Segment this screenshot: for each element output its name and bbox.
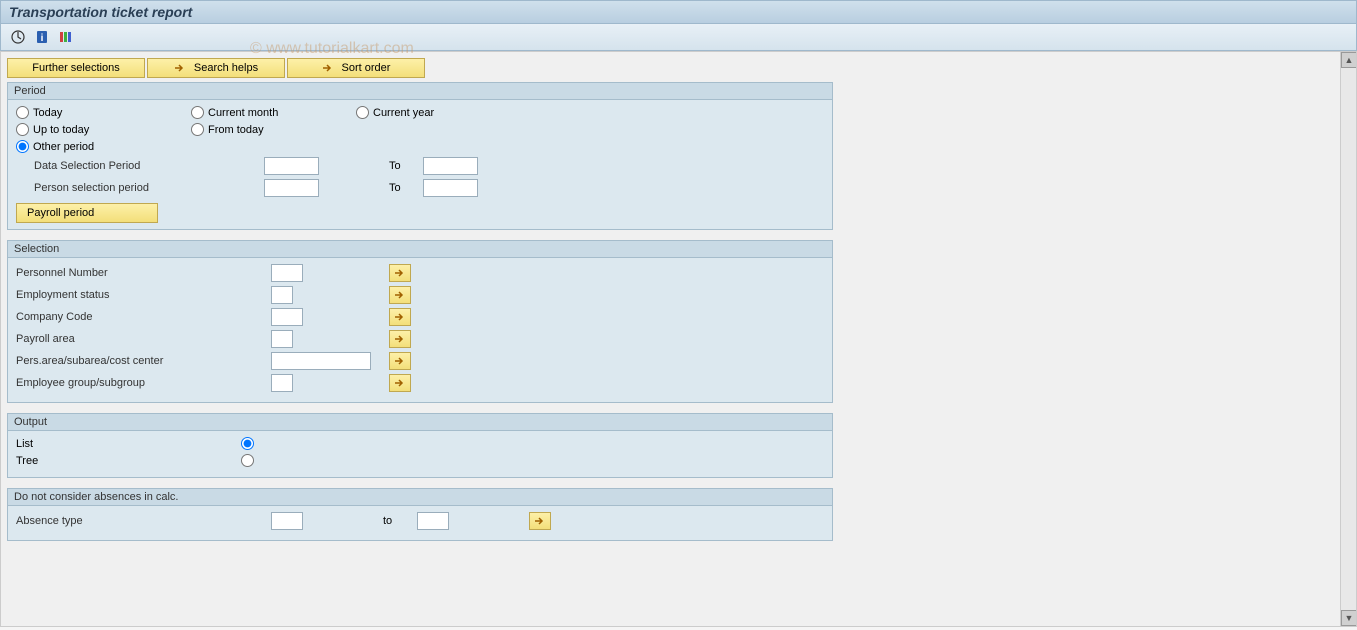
search-helps-button[interactable]: Search helps — [147, 58, 285, 78]
person-selection-period-label: Person selection period — [34, 182, 264, 194]
payroll-area-input[interactable] — [271, 330, 293, 348]
toolbar: i — [0, 24, 1357, 51]
sort-order-label: Sort order — [342, 62, 391, 74]
radio-other-period[interactable]: Other period — [16, 140, 191, 153]
scrollbar-vertical[interactable]: ▲ ▼ — [1340, 52, 1356, 626]
radio-current-year-input[interactable] — [356, 106, 369, 119]
personnel-number-multiple[interactable] — [389, 264, 411, 282]
data-selection-period-label: Data Selection Period — [34, 160, 264, 172]
arrow-right-icon — [322, 63, 336, 73]
pers-area-multiple[interactable] — [389, 352, 411, 370]
data-selection-period-from[interactable] — [264, 157, 319, 175]
pers-area-label: Pers.area/subarea/cost center — [16, 355, 271, 367]
selection-group-title: Selection — [8, 241, 832, 258]
variant-icon[interactable] — [57, 28, 75, 46]
output-list-radio[interactable] — [241, 437, 254, 450]
radio-today[interactable]: Today — [16, 106, 191, 119]
output-tree-label: Tree — [16, 455, 241, 467]
output-tree-radio[interactable] — [241, 454, 254, 467]
selection-group: Selection Personnel Number Employment st… — [7, 240, 833, 403]
radio-today-input[interactable] — [16, 106, 29, 119]
output-group: Output List Tree — [7, 413, 833, 478]
further-selections-label: Further selections — [32, 62, 119, 74]
employee-group-label: Employee group/subgroup — [16, 377, 271, 389]
scroll-up-icon[interactable]: ▲ — [1341, 52, 1357, 68]
to-label-1: To — [389, 160, 419, 172]
absence-type-to[interactable] — [417, 512, 449, 530]
employee-group-input[interactable] — [271, 374, 293, 392]
period-group: Period Today Current month Current year — [7, 82, 833, 230]
company-code-multiple[interactable] — [389, 308, 411, 326]
radio-current-month-label: Current month — [208, 107, 278, 119]
absence-type-from[interactable] — [271, 512, 303, 530]
radio-other-period-label: Other period — [33, 141, 94, 153]
radio-from-today-label: From today — [208, 124, 264, 136]
to-label-2: To — [389, 182, 419, 194]
employment-status-input[interactable] — [271, 286, 293, 304]
radio-from-today-input[interactable] — [191, 123, 204, 136]
payroll-area-multiple[interactable] — [389, 330, 411, 348]
output-group-title: Output — [8, 414, 832, 431]
employee-group-multiple[interactable] — [389, 374, 411, 392]
radio-from-today[interactable]: From today — [191, 123, 356, 136]
payroll-area-label: Payroll area — [16, 333, 271, 345]
company-code-input[interactable] — [271, 308, 303, 326]
radio-today-label: Today — [33, 107, 62, 119]
radio-up-to-today-input[interactable] — [16, 123, 29, 136]
window-title-bar: Transportation ticket report — [0, 0, 1357, 24]
svg-text:i: i — [41, 33, 44, 44]
radio-current-year-label: Current year — [373, 107, 434, 119]
radio-up-to-today-label: Up to today — [33, 124, 89, 136]
absence-type-label: Absence type — [16, 515, 271, 527]
info-icon[interactable]: i — [33, 28, 51, 46]
employment-status-label: Employment status — [16, 289, 271, 301]
radio-up-to-today[interactable]: Up to today — [16, 123, 191, 136]
absence-type-multiple[interactable] — [529, 512, 551, 530]
payroll-period-button[interactable]: Payroll period — [16, 203, 158, 223]
radio-other-period-input[interactable] — [16, 140, 29, 153]
data-selection-period-to[interactable] — [423, 157, 478, 175]
personnel-number-label: Personnel Number — [16, 267, 271, 279]
further-selections-button[interactable]: Further selections — [7, 58, 145, 78]
absences-group-title: Do not consider absences in calc. — [8, 489, 832, 506]
employment-status-multiple[interactable] — [389, 286, 411, 304]
person-selection-period-to[interactable] — [423, 179, 478, 197]
search-helps-label: Search helps — [194, 62, 258, 74]
absence-to-label: to — [383, 515, 413, 527]
content-area: Further selections Search helps Sort ord… — [0, 51, 1357, 627]
radio-current-month-input[interactable] — [191, 106, 204, 119]
radio-current-year[interactable]: Current year — [356, 106, 434, 119]
personnel-number-input[interactable] — [271, 264, 303, 282]
period-group-title: Period — [8, 83, 832, 100]
top-button-row: Further selections Search helps Sort ord… — [7, 58, 1350, 78]
arrow-right-icon — [174, 63, 188, 73]
payroll-period-label: Payroll period — [27, 207, 94, 219]
page-title: Transportation ticket report — [9, 4, 192, 20]
execute-icon[interactable] — [9, 28, 27, 46]
output-list-label: List — [16, 438, 241, 450]
scroll-down-icon[interactable]: ▼ — [1341, 610, 1357, 626]
pers-area-input[interactable] — [271, 352, 371, 370]
person-selection-period-from[interactable] — [264, 179, 319, 197]
absences-group: Do not consider absences in calc. Absenc… — [7, 488, 833, 541]
radio-current-month[interactable]: Current month — [191, 106, 356, 119]
sort-order-button[interactable]: Sort order — [287, 58, 425, 78]
company-code-label: Company Code — [16, 311, 271, 323]
